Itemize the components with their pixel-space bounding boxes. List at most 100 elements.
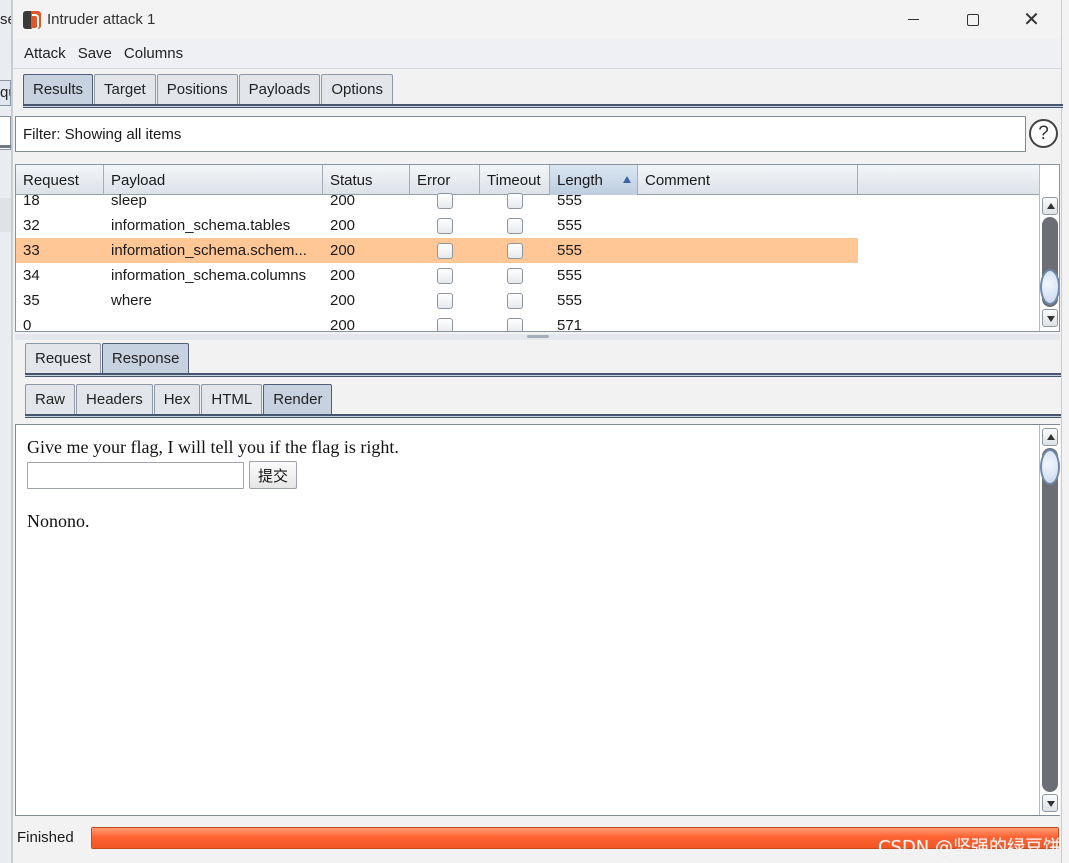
cell-status: 200 [330,217,356,234]
tab-underline [23,104,1063,108]
error-checkbox [437,317,453,331]
tab-render[interactable]: Render [263,384,333,414]
flag-input[interactable] [27,461,244,489]
view-tabs: Raw Headers Hex HTML Render [25,384,1061,418]
tab-request[interactable]: Request [25,343,101,373]
scroll-up-arrow-icon[interactable] [1042,428,1058,446]
timeout-checkbox [507,242,523,259]
scroll-track[interactable] [1042,448,1058,792]
table-row[interactable]: 32 information_schema.tables 200 555 [16,213,858,238]
table-row[interactable]: 33 information_schema.schem... 200 555 [16,238,858,263]
tab-positions[interactable]: Positions [156,74,238,104]
scroll-down-arrow-icon[interactable] [1042,309,1058,327]
sort-ascending-icon [623,176,631,183]
flag-form: 提交 [27,461,399,489]
maximize-button[interactable] [943,0,1002,39]
window-title: Intruder attack 1 [47,11,156,28]
timeout-checkbox [507,192,523,209]
cell-error [410,238,480,263]
status-label: Finished [17,828,74,846]
cell-error [410,313,480,331]
minimize-button[interactable] [884,0,943,39]
background-tab-fragment: qu [0,80,11,106]
render-scrollbar[interactable] [1039,425,1060,815]
submit-button[interactable]: 提交 [249,461,298,489]
cell-timeout [480,263,550,288]
table-row[interactable]: 0 200 571 [16,313,858,332]
error-checkbox [437,242,453,259]
window-controls: ✕ [884,0,1061,39]
cell-status: 200 [330,317,356,332]
timeout-checkbox [507,267,523,284]
tab-target[interactable]: Target [94,74,156,104]
cell-status: 200 [330,192,356,209]
splitter-grip-icon[interactable] [527,335,549,338]
scroll-up-arrow-icon[interactable] [1042,197,1058,215]
table-row[interactable]: 18 sleep 200 555 [16,188,858,213]
title-bar: Intruder attack 1 ✕ [13,0,1061,39]
error-checkbox [437,217,453,234]
tab-options[interactable]: Options [321,74,394,104]
cell-timeout [480,188,550,213]
menu-bar: Attack Save Columns [13,39,1061,69]
cell-payload: information_schema.tables [111,217,291,234]
rendered-page: Give me your flag, I will tell you if th… [27,437,399,532]
tab-payloads[interactable]: Payloads [238,74,321,104]
tab-hex[interactable]: Hex [153,384,201,414]
watermark: CSDN @坚强的绿豆饼 [877,837,1061,858]
cell-length: 555 [557,217,583,234]
scroll-down-arrow-icon[interactable] [1042,794,1058,812]
close-button[interactable]: ✕ [1002,0,1061,39]
tab-headers[interactable]: Headers [76,384,153,414]
cell-length: 555 [557,242,583,259]
cell-request: 32 [23,217,40,234]
scroll-thumb[interactable] [1040,269,1059,305]
timeout-checkbox [507,217,523,234]
cell-error [410,188,480,213]
cell-length: 571 [557,317,583,332]
cell-length: 555 [557,192,583,209]
cell-comment [638,188,858,213]
render-pane: Give me your flag, I will tell you if th… [15,424,1060,816]
pane-splitter[interactable] [15,334,1060,340]
tab-html[interactable]: HTML [201,384,263,414]
cell-comment [638,238,858,263]
message-tabs: Request Response [25,343,1061,377]
cell-payload: information_schema.schem... [111,242,307,259]
cell-error [410,263,480,288]
cell-comment [638,313,858,331]
filter-bar[interactable]: Filter: Showing all items [15,116,1026,152]
cell-request: 33 [23,242,40,259]
table-row[interactable]: 35 where 200 555 [16,288,858,313]
burp-app-icon [23,10,41,29]
error-checkbox [437,192,453,209]
error-checkbox [437,292,453,309]
timeout-checkbox [507,317,523,331]
tab-underline [25,373,1061,377]
table-body: 18 sleep 200 555 32 information_schema.tables… [16,188,858,332]
table-row[interactable]: 34 information_schema.columns 200 555 [16,263,858,288]
cell-request: 35 [23,292,40,309]
cell-error [410,213,480,238]
cell-timeout [480,213,550,238]
background-divider [0,145,11,148]
results-table: Request Payload Status Error Timeout Len… [15,164,1060,332]
table-scrollbar[interactable] [1039,165,1059,331]
tab-raw[interactable]: Raw [25,384,76,414]
help-icon[interactable]: ? [1029,119,1058,148]
cell-request: 0 [23,317,32,332]
tab-results[interactable]: Results [23,74,94,104]
background-window-edge: se qu [0,0,12,863]
cell-payload: information_schema.columns [111,267,307,284]
scroll-thumb[interactable] [1040,449,1060,485]
cell-comment [638,288,858,313]
intruder-attack-window: Intruder attack 1 ✕ Attack Save Columns … [12,0,1063,863]
cell-length: 555 [557,292,583,309]
menu-save[interactable]: Save [78,45,112,62]
flag-prompt: Give me your flag, I will tell you if th… [27,437,399,457]
tab-underline [25,414,1061,418]
menu-columns[interactable]: Columns [124,45,183,62]
menu-attack[interactable]: Attack [24,45,66,62]
main-tabs: Results Target Positions Payloads Option… [23,74,1063,108]
tab-response[interactable]: Response [101,343,190,373]
